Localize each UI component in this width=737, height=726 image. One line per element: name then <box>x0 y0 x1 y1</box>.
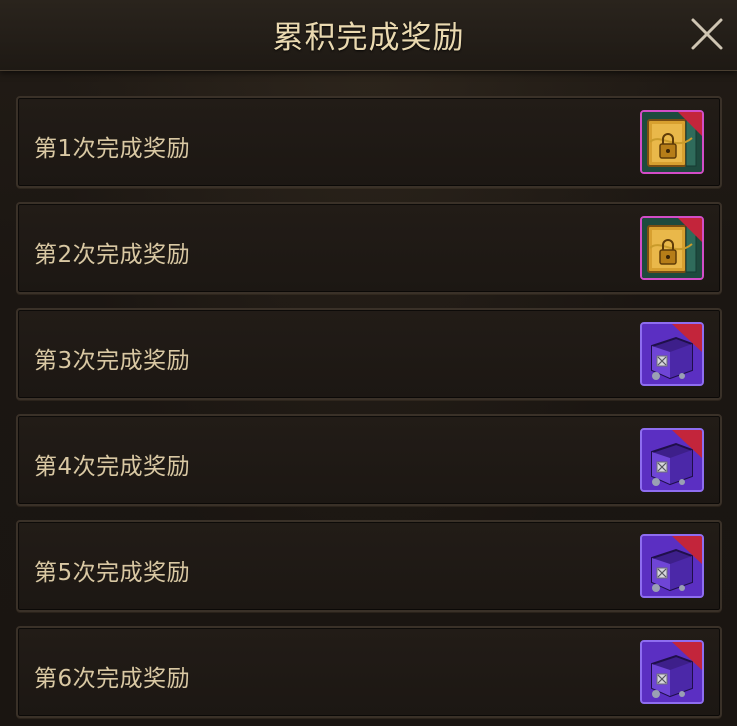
reward-row-label: 第3次完成奖励 <box>34 348 191 374</box>
purple-safe-box-icon <box>642 536 702 596</box>
list-item: 第5次完成奖励 <box>16 520 722 612</box>
close-button[interactable] <box>689 16 725 52</box>
purple-safe-box-icon <box>642 430 702 490</box>
reward-item-slot[interactable] <box>640 640 704 704</box>
reward-item-slot[interactable] <box>640 428 704 492</box>
list-item: 第6次完成奖励 <box>16 626 722 718</box>
reward-item-slot[interactable] <box>640 110 704 174</box>
reward-row-label: 第2次完成奖励 <box>34 242 191 268</box>
reward-dialog: 累积完成奖励 第1次完成奖励 第2次完成奖励 第3次完成奖励 第4次完成奖励 第… <box>0 0 737 726</box>
locked-gold-chest-icon <box>642 112 702 172</box>
purple-safe-box-icon <box>642 642 702 702</box>
purple-safe-box-icon <box>642 324 702 384</box>
reward-list: 第1次完成奖励 第2次完成奖励 第3次完成奖励 第4次完成奖励 第5次完成奖励 … <box>16 96 722 726</box>
close-icon <box>691 18 723 50</box>
dialog-title: 累积完成奖励 <box>272 20 465 56</box>
reward-row-label: 第6次完成奖励 <box>34 666 191 692</box>
reward-row-label: 第5次完成奖励 <box>34 560 191 586</box>
reward-item-slot[interactable] <box>640 322 704 386</box>
reward-row-label: 第1次完成奖励 <box>34 136 191 162</box>
list-item: 第1次完成奖励 <box>16 96 722 188</box>
dialog-header: 累积完成奖励 <box>0 0 737 71</box>
locked-gold-chest-icon <box>642 218 702 278</box>
list-item: 第4次完成奖励 <box>16 414 722 506</box>
list-item: 第3次完成奖励 <box>16 308 722 400</box>
reward-item-slot[interactable] <box>640 534 704 598</box>
reward-item-slot[interactable] <box>640 216 704 280</box>
reward-row-label: 第4次完成奖励 <box>34 454 191 480</box>
list-item: 第2次完成奖励 <box>16 202 722 294</box>
